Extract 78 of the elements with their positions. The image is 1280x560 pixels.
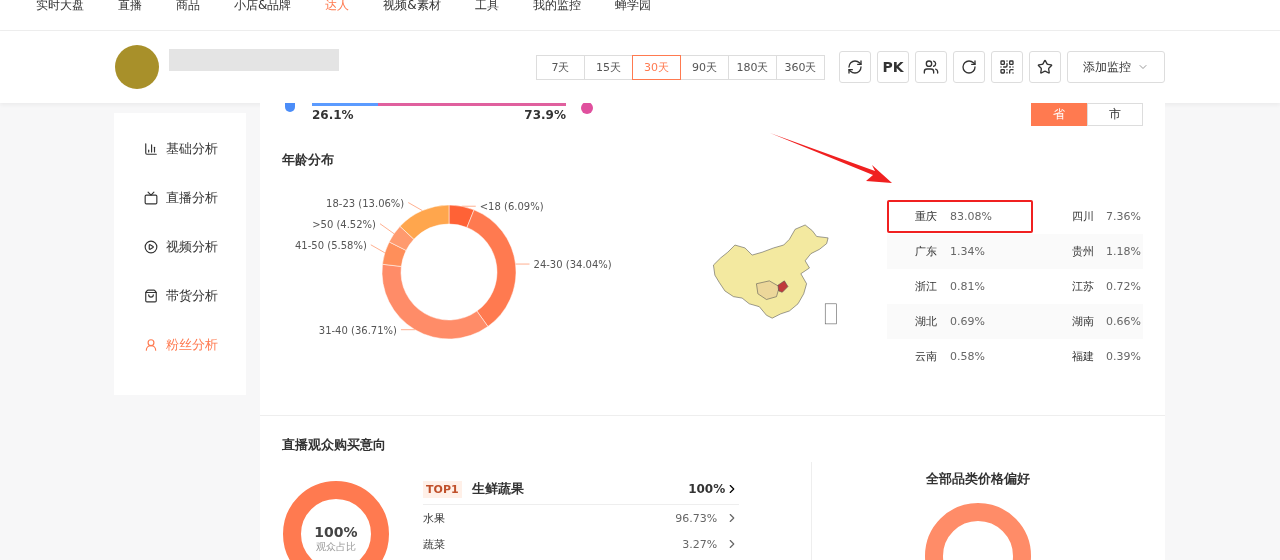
leader-line bbox=[400, 329, 416, 331]
subcategory-share: 3.27% bbox=[682, 537, 718, 551]
province-share: 0.69% bbox=[950, 315, 985, 328]
province-name: 福建 bbox=[1072, 349, 1095, 364]
sidebar-item[interactable]: 视频分析 bbox=[114, 235, 246, 258]
province-share: 0.72% bbox=[1106, 280, 1141, 293]
province-share: 0.39% bbox=[1106, 350, 1141, 363]
leader-line bbox=[407, 202, 423, 212]
rotate-icon bbox=[961, 59, 977, 75]
period-tab[interactable]: 90天 bbox=[680, 54, 729, 80]
slice-label: 24-30 (34.04%) bbox=[533, 259, 612, 271]
ring-caption: 观众占比 bbox=[315, 540, 357, 554]
play-icon bbox=[144, 239, 158, 254]
refresh-icon bbox=[847, 59, 863, 75]
female-icon bbox=[580, 103, 594, 115]
subcategory-name: 水果 bbox=[423, 510, 446, 526]
province-name: 四川 bbox=[1072, 209, 1095, 224]
section-title: 全部品类价格偏好 bbox=[925, 470, 1030, 488]
leader-line bbox=[461, 205, 477, 207]
add-monitor-button[interactable]: 添加监控 bbox=[1067, 51, 1165, 83]
users-icon bbox=[923, 59, 939, 75]
nav-item[interactable]: 工具 bbox=[474, 0, 499, 10]
period-tab[interactable]: 15天 bbox=[584, 54, 633, 80]
slice-label: 18-23 (13.06%) bbox=[326, 197, 405, 209]
category-name: 生鲜蔬果 bbox=[471, 480, 524, 498]
male-icon bbox=[284, 103, 296, 115]
province-name: 江苏 bbox=[1072, 279, 1095, 294]
province-share: 1.18% bbox=[1106, 245, 1141, 258]
province-name: 浙江 bbox=[915, 279, 938, 294]
subcategory-name: 蔬菜 bbox=[423, 536, 446, 552]
slice-label: >50 (4.52%) bbox=[312, 218, 376, 230]
period-tab[interactable]: 180天 bbox=[728, 54, 777, 80]
user-icon bbox=[144, 337, 158, 352]
province-share: 83.08% bbox=[950, 210, 992, 223]
sidebar-item[interactable]: 基础分析 bbox=[114, 137, 246, 160]
ring-value: 100% bbox=[313, 524, 359, 540]
period-tab[interactable]: 360天 bbox=[776, 54, 825, 80]
avatar bbox=[115, 45, 159, 89]
province-name: 重庆 bbox=[915, 209, 938, 224]
leader-line bbox=[370, 244, 386, 254]
qr-code-icon bbox=[999, 59, 1015, 75]
province-share: 7.36% bbox=[1106, 210, 1141, 223]
province-name: 湖北 bbox=[915, 314, 938, 329]
province-name: 广东 bbox=[915, 244, 938, 259]
subcategory-share: 96.73% bbox=[675, 511, 718, 525]
bar-chart-icon bbox=[144, 141, 158, 156]
sidebar-item[interactable]: 直播分析 bbox=[114, 186, 246, 209]
province-share: 0.66% bbox=[1106, 315, 1141, 328]
province-share: 1.34% bbox=[950, 245, 985, 258]
slice-label: 41-50 (5.58%) bbox=[295, 239, 367, 251]
section-title: 年龄分布 bbox=[282, 151, 335, 169]
male-share: 26.1% bbox=[312, 108, 354, 122]
period-tab[interactable]: 7天 bbox=[536, 54, 585, 80]
star-icon bbox=[1037, 59, 1053, 75]
rotate-button[interactable] bbox=[953, 51, 985, 83]
qr-code-button[interactable] bbox=[991, 51, 1023, 83]
region-toggle[interactable]: 市 bbox=[1087, 103, 1143, 126]
province-name: 湖南 bbox=[1072, 314, 1095, 329]
leader-line bbox=[515, 263, 531, 265]
star-button[interactable] bbox=[1029, 51, 1061, 83]
province-share: 0.81% bbox=[950, 280, 985, 293]
refresh-button[interactable] bbox=[839, 51, 871, 83]
bag-icon bbox=[144, 288, 158, 303]
province-name: 云南 bbox=[915, 349, 938, 364]
female-share: 73.9% bbox=[524, 108, 566, 122]
sidebar-item[interactable]: 带货分析 bbox=[114, 284, 246, 307]
category-share: 100% bbox=[688, 482, 726, 496]
leader-line bbox=[379, 223, 395, 235]
nav-item[interactable]: 直播 bbox=[118, 0, 142, 10]
province-share: 0.58% bbox=[950, 350, 985, 363]
users-button[interactable] bbox=[915, 51, 947, 83]
province-name: 贵州 bbox=[1072, 244, 1095, 259]
slice-label: <18 (6.09%) bbox=[479, 201, 544, 213]
slice-label: 31-40 (36.71%) bbox=[318, 324, 397, 336]
tv-icon bbox=[144, 190, 158, 205]
section-title: 直播观众购买意向 bbox=[282, 436, 386, 454]
rank-badge: TOP1 bbox=[423, 480, 462, 498]
pk-button[interactable]: PK bbox=[877, 51, 909, 83]
